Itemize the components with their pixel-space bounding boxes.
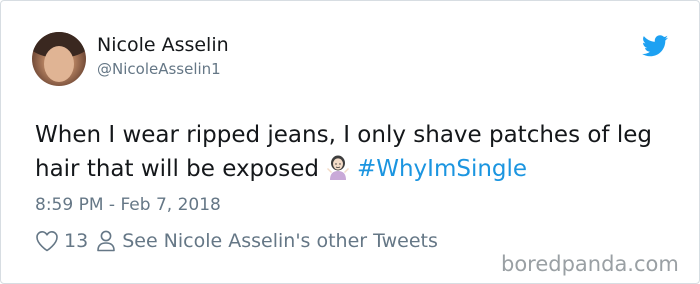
tweet-actions: 13 See Nicole Asselin's other Tweets [35, 230, 438, 252]
author-handle[interactable]: @NicoleAsselin1 [97, 60, 221, 78]
hashtag-link[interactable]: #WhyImSingle [357, 156, 527, 182]
twitter-bird-icon[interactable] [642, 35, 668, 57]
author-name[interactable]: Nicole Asselin [97, 34, 229, 56]
avatar-face [44, 46, 74, 82]
avatar[interactable] [32, 32, 86, 86]
like-count[interactable]: 13 [64, 230, 88, 252]
woman-shrugging-emoji-icon [326, 155, 349, 180]
watermark: boredpanda.com [501, 252, 679, 276]
heart-icon[interactable] [35, 230, 59, 252]
tweet-text: When I wear ripped jeans, I only shave p… [35, 118, 675, 186]
tweet-timestamp[interactable]: 8:59 PM - Feb 7, 2018 [35, 195, 221, 215]
person-icon[interactable] [96, 230, 116, 252]
other-tweets-link[interactable]: See Nicole Asselin's other Tweets [122, 230, 438, 252]
tweet-card: Nicole Asselin @NicoleAsselin1 When I we… [0, 0, 700, 284]
